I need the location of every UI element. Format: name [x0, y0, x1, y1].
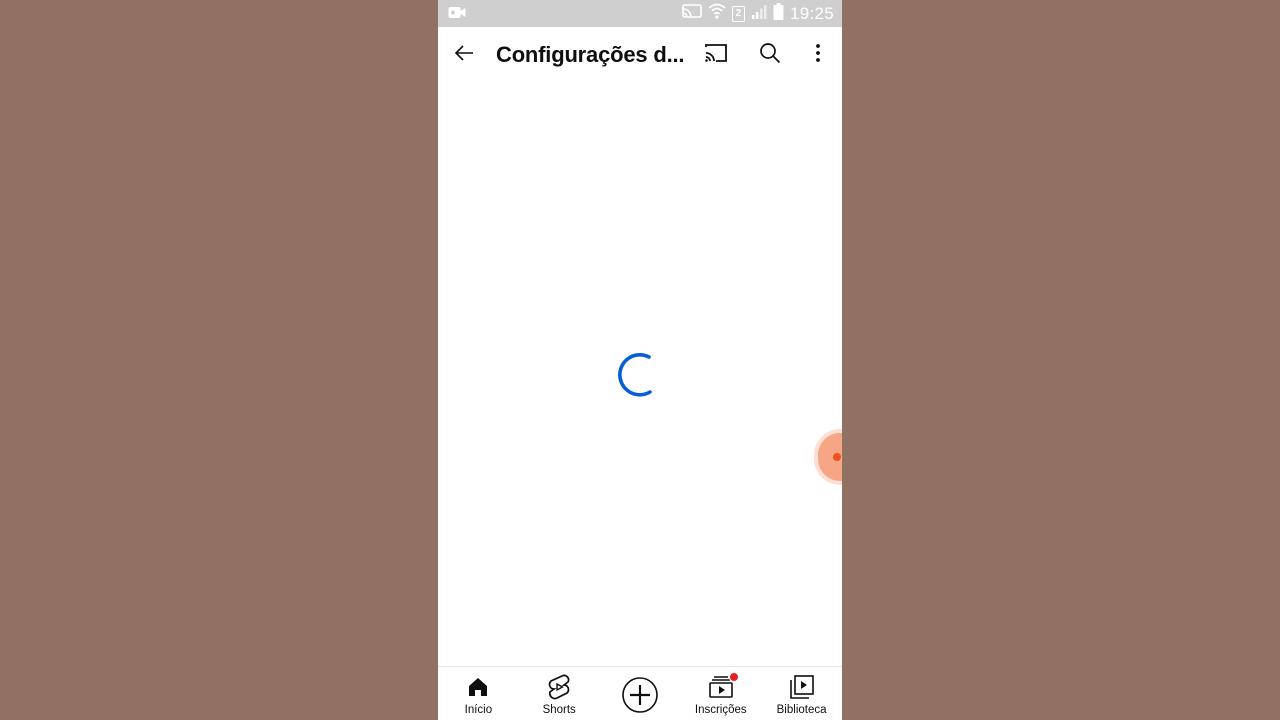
bottom-navigation: Início Shorts Inscrições Biblioteca	[438, 666, 842, 720]
nav-item-subscriptions[interactable]: Inscrições	[680, 667, 761, 720]
cast-button[interactable]	[696, 35, 736, 75]
create-plus-icon	[621, 676, 659, 714]
search-icon	[758, 41, 782, 70]
search-button[interactable]	[750, 35, 790, 75]
nav-label-shorts: Shorts	[542, 704, 576, 716]
notification-dot	[728, 672, 739, 682]
nav-label-home: Início	[464, 704, 493, 716]
back-button[interactable]	[444, 35, 484, 75]
nav-label-subscriptions: Inscrições	[694, 704, 747, 716]
more-options-button[interactable]	[798, 35, 838, 75]
signal-strength-icon	[751, 4, 767, 24]
video-recording-icon	[448, 6, 466, 24]
status-time: 19:25	[789, 3, 834, 23]
content-area	[438, 83, 842, 666]
floating-bubble-dot	[833, 453, 841, 461]
more-vertical-icon	[815, 43, 821, 68]
home-icon	[467, 675, 489, 699]
battery-icon	[773, 2, 784, 25]
floating-bubble-button[interactable]	[818, 433, 842, 481]
library-icon	[789, 675, 814, 699]
status-bar: 2 19:25	[438, 0, 842, 27]
nav-label-library: Biblioteca	[776, 704, 827, 716]
subscriptions-icon	[708, 672, 739, 699]
nav-item-shorts[interactable]: Shorts	[519, 667, 600, 720]
app-bar: Configurações d...	[438, 27, 842, 83]
loading-spinner-icon	[614, 348, 662, 400]
shorts-icon	[548, 674, 570, 700]
nav-item-create[interactable]	[600, 667, 681, 720]
arrow-left-icon	[452, 41, 476, 70]
wifi-icon	[708, 3, 726, 24]
sim-slot-badge: 2	[731, 5, 745, 22]
screen-cast-status-icon	[682, 4, 702, 23]
nav-item-library[interactable]: Biblioteca	[761, 667, 842, 720]
page-title: Configurações d...	[496, 42, 685, 67]
cast-icon	[703, 42, 729, 69]
nav-item-home[interactable]: Início	[438, 667, 519, 720]
phone-screen: 2 19:25 Configurações d... Início Shorts…	[438, 0, 842, 720]
